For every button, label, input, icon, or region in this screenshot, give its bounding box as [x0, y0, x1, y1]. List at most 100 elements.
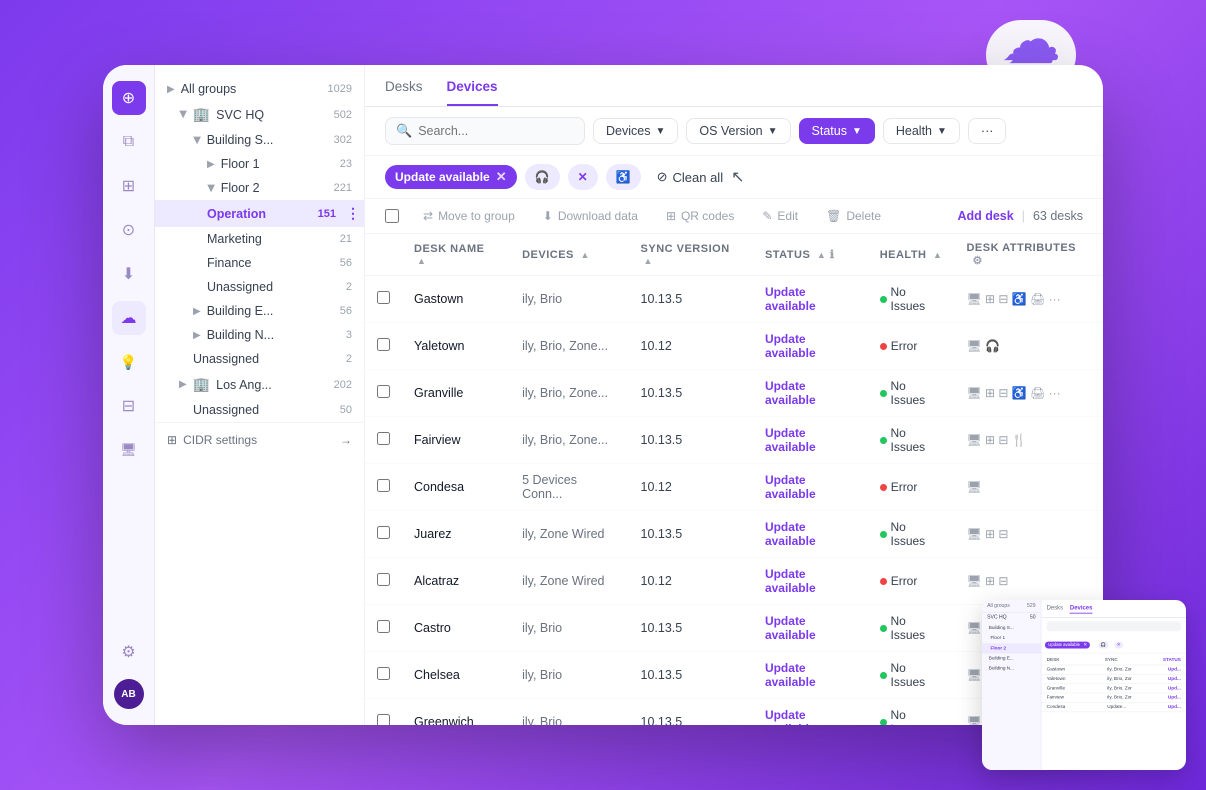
sidebar-item-all-groups[interactable]: ▶ All groups 1029: [155, 77, 364, 101]
sidebar-item-building-s[interactable]: ▶ Building S... 302: [155, 128, 364, 152]
more-filters-btn[interactable]: ···: [968, 118, 1007, 144]
search-input[interactable]: [418, 124, 574, 138]
sidebar-item-building-n[interactable]: ▶ Building N... 3: [155, 323, 364, 347]
devices-filter-btn[interactable]: Devices ▼: [593, 118, 678, 144]
add-desk-button[interactable]: Add desk: [957, 209, 1013, 223]
devices-icon[interactable]: ⊞: [112, 169, 146, 203]
col-desk-name[interactable]: DESK NAME ▲: [402, 234, 510, 276]
expand-floor1-icon: ▶: [207, 159, 215, 170]
desk-attr-settings-icon[interactable]: ⚙: [972, 255, 982, 267]
status-filter-label: Status: [812, 124, 847, 138]
sidebar-item-los-ang[interactable]: ▶ 🏢 Los Ang... 202: [155, 371, 364, 398]
mini-sidebar: All groups 529 SVC HQ 50 Building S... F…: [982, 600, 1042, 770]
search-box[interactable]: 🔍: [385, 117, 585, 145]
desk-attributes-cell: 🖥 ⊞ ⊟ ♿ 🖨 ···: [954, 276, 1103, 323]
grid-icon[interactable]: ⊟: [112, 389, 146, 423]
accessibility-filter-chip[interactable]: ♿: [606, 164, 641, 190]
edit-icon: ✎: [762, 209, 772, 223]
row-checkbox-cell: [365, 511, 402, 558]
health-value: No Issues: [891, 285, 943, 313]
os-version-filter-btn[interactable]: OS Version ▼: [686, 118, 790, 144]
health-indicator: Error: [880, 574, 918, 588]
health-cell: No Issues: [868, 417, 955, 464]
row-checkbox[interactable]: [377, 573, 390, 586]
tab-devices[interactable]: Devices: [447, 65, 498, 106]
sidebar-item-unassigned2[interactable]: Unassigned 2: [155, 347, 364, 371]
health-value: No Issues: [891, 520, 943, 548]
download-data-btn[interactable]: ⬇ Download data: [535, 205, 646, 227]
status-chevron-icon: ▼: [852, 126, 862, 137]
remove-update-filter-icon[interactable]: ✕: [496, 169, 507, 185]
building-n-label: Building N...: [207, 328, 274, 342]
sidebar-item-unassigned3[interactable]: Unassigned 50: [155, 398, 364, 422]
health-dot-icon: [880, 343, 887, 350]
sidebar-item-floor2[interactable]: ▶ Floor 2 221: [155, 176, 364, 200]
logo-icon[interactable]: ⊕: [112, 81, 146, 115]
status-value: Update available: [765, 285, 816, 313]
move-to-group-btn[interactable]: ⇄ Move to group: [415, 205, 523, 227]
col-devices[interactable]: DEVICES ▲: [510, 234, 628, 276]
table-row: Gastown ily, Brio 10.13.5 Update availab…: [365, 276, 1103, 323]
health-dot-icon: [880, 484, 887, 491]
camera-icon[interactable]: ⊙: [112, 213, 146, 247]
settings-icon[interactable]: ⚙: [112, 635, 146, 669]
building-n-count: 3: [346, 329, 352, 341]
edit-label: Edit: [777, 209, 798, 223]
cloud-nav-icon[interactable]: ☁: [112, 301, 146, 335]
row-checkbox[interactable]: [377, 714, 390, 725]
select-all-checkbox[interactable]: [385, 209, 399, 223]
operation-more-icon[interactable]: ⋮: [346, 205, 360, 222]
edit-btn[interactable]: ✎ Edit: [754, 205, 806, 227]
sidebar-item-operation[interactable]: Operation 151 ⋮: [155, 200, 364, 227]
layers-icon[interactable]: ⧉: [112, 125, 146, 159]
delete-btn[interactable]: 🗑 Delete: [818, 205, 889, 227]
sidebar-item-floor1[interactable]: ▶ Floor 1 23: [155, 152, 364, 176]
clean-all-button[interactable]: ⊘ Clean all: [649, 165, 732, 189]
sync-version-value: 10.13.5: [641, 292, 683, 306]
row-checkbox[interactable]: [377, 526, 390, 539]
sidebar-item-svc-hq[interactable]: ▶ 🏢 SVC HQ 502: [155, 101, 364, 128]
cidr-settings-link[interactable]: ⊞ CIDR settings →: [155, 422, 364, 457]
sync-version-cell: 10.13.5: [629, 652, 753, 699]
headset-filter-chip[interactable]: 🎧: [525, 164, 560, 190]
table-row: Juarez ily, Zone Wired 10.13.5 Update av…: [365, 511, 1103, 558]
sidebar-item-unassigned[interactable]: Unassigned 2: [155, 275, 364, 299]
floor1-label: Floor 1: [221, 157, 260, 171]
close-filter-chip[interactable]: ✕: [568, 164, 598, 190]
sidebar-item-finance[interactable]: Finance 56: [155, 251, 364, 275]
health-indicator: No Issues: [880, 285, 943, 313]
desk-attributes-cell: 🖥: [954, 464, 1103, 511]
sidebar-item-building-e[interactable]: ▶ Building E... 56: [155, 299, 364, 323]
desk-name-value: Gastown: [414, 292, 463, 306]
col-sync-version[interactable]: SYNC VERSION ▲: [629, 234, 753, 276]
building2-icon: 🏢: [193, 376, 210, 393]
sync-version-cell: 10.13.5: [629, 370, 753, 417]
row-checkbox[interactable]: [377, 667, 390, 680]
bulb-icon[interactable]: 💡: [112, 345, 146, 379]
download-icon[interactable]: ⬇: [112, 257, 146, 291]
separator: |: [1022, 209, 1025, 223]
col-status[interactable]: STATUS ▲ ℹ: [753, 234, 868, 276]
row-checkbox[interactable]: [377, 479, 390, 492]
monitor-icon[interactable]: 🖥: [112, 433, 146, 467]
row-checkbox[interactable]: [377, 385, 390, 398]
devices-cell: ily, Brio: [510, 605, 628, 652]
unassigned2-label: Unassigned: [193, 352, 259, 366]
operation-label: Operation: [207, 207, 266, 221]
health-value: No Issues: [891, 379, 943, 407]
row-checkbox[interactable]: [377, 291, 390, 304]
headset-icon: 🎧: [535, 170, 550, 184]
tab-desks[interactable]: Desks: [385, 65, 423, 106]
tab-bar: Desks Devices: [365, 65, 1103, 107]
col-desk-attributes[interactable]: DESK ATTRIBUTES ⚙: [954, 234, 1103, 276]
row-checkbox[interactable]: [377, 338, 390, 351]
health-filter-btn[interactable]: Health ▼: [883, 118, 960, 144]
col-health[interactable]: HEALTH ▲: [868, 234, 955, 276]
status-filter-btn[interactable]: Status ▼: [799, 118, 875, 144]
avatar[interactable]: AB: [114, 679, 144, 709]
sidebar-item-marketing[interactable]: Marketing 21: [155, 227, 364, 251]
row-checkbox[interactable]: [377, 432, 390, 445]
icon-navigation: ⊕ ⧉ ⊞ ⊙ ⬇ ☁ 💡 ⊟ 🖥 ⚙ AB: [103, 65, 155, 725]
row-checkbox[interactable]: [377, 620, 390, 633]
qr-codes-btn[interactable]: ⊞ QR codes: [658, 205, 742, 227]
